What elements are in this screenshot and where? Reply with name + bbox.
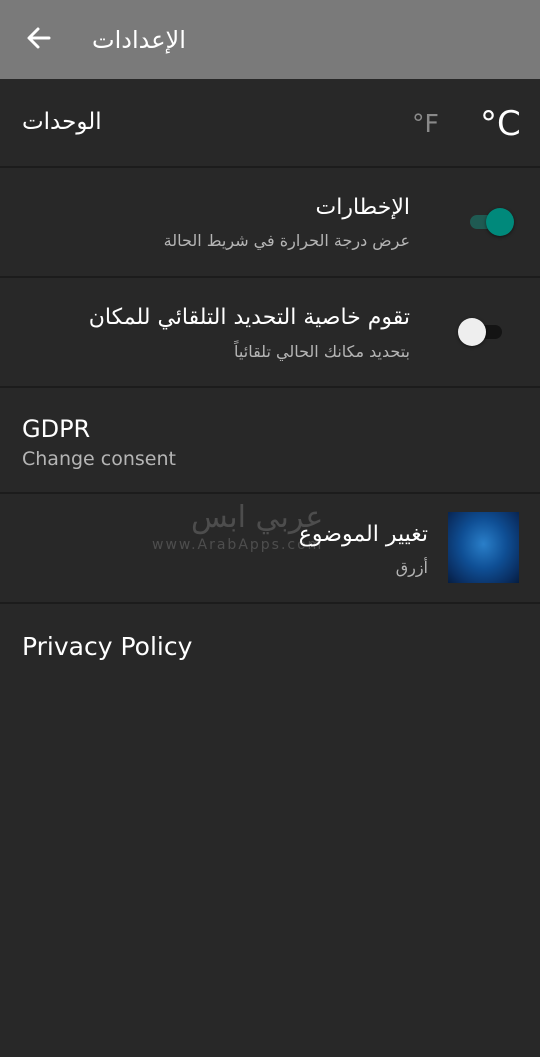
divider (0, 276, 540, 278)
notifications-title: الإخطارات (315, 195, 410, 220)
unit-fahrenheit-option[interactable]: °F (412, 104, 439, 144)
auto-location-title: تقوم خاصية التحديد التلقائي للمكان (88, 305, 410, 330)
watermark-url: www.ArabApps.com (152, 537, 324, 553)
units-label: الوحدات (22, 109, 102, 135)
back-button[interactable] (18, 20, 60, 60)
settings-screen: الإعدادات الوحدات °F °C الإخطارات عرض در… (0, 0, 540, 1057)
watermark-text: عربي ابس (191, 500, 324, 535)
notifications-subtitle: عرض درجة الحرارة في شريط الحالة (163, 231, 410, 250)
divider (0, 602, 540, 604)
app-bar: الإعدادات (0, 0, 540, 79)
auto-location-subtitle: بتحديد مكانك الحالي تلقائياً (234, 342, 410, 361)
toggle-thumb (458, 318, 486, 346)
divider (0, 166, 540, 168)
divider (0, 386, 540, 388)
page-title: الإعدادات (92, 26, 186, 54)
gdpr-subtitle[interactable]: Change consent (22, 445, 176, 473)
notifications-toggle[interactable] (466, 204, 516, 240)
theme-subtitle: أزرق (395, 558, 428, 577)
watermark-logo: عربي ابس www.ArabApps.com (152, 500, 323, 554)
arrow-back-icon (25, 24, 53, 56)
toggle-thumb (486, 208, 514, 236)
theme-title[interactable]: تغيير الموضوع (299, 518, 428, 552)
theme-color-swatch[interactable] (448, 512, 519, 583)
gdpr-title[interactable]: GDPR (22, 411, 90, 447)
privacy-policy-link[interactable]: Privacy Policy (22, 629, 192, 665)
auto-location-toggle[interactable] (456, 314, 506, 350)
divider (0, 492, 540, 494)
unit-celsius-option[interactable]: °C (480, 100, 521, 148)
